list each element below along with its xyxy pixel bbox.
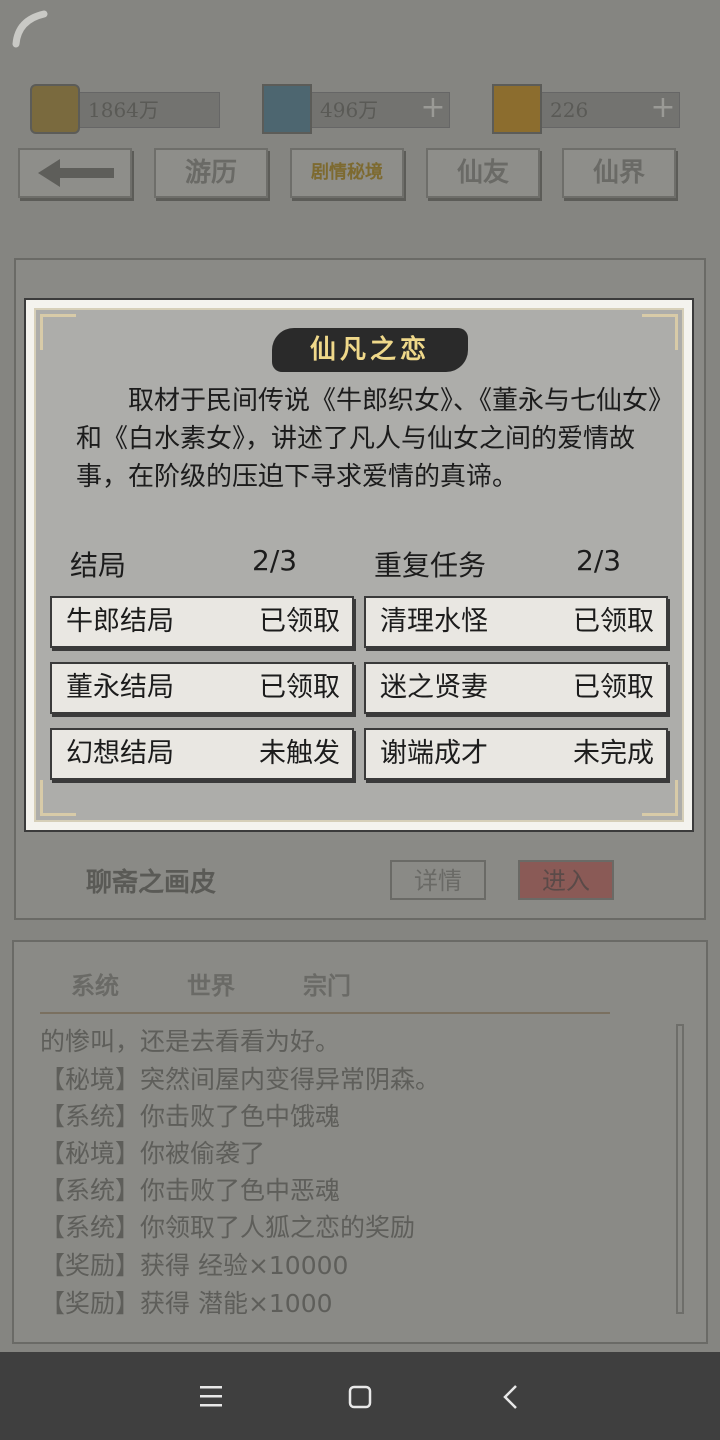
tab-friends[interactable]: 仙友 <box>426 148 540 198</box>
task-status: 已领取 <box>573 606 654 637</box>
menu-icon[interactable] <box>198 1384 224 1408</box>
task-item[interactable]: 迷之贤妻 已领取 <box>364 662 668 714</box>
resource-coin: 1864万 <box>30 84 220 136</box>
corner-ornament-icon <box>40 780 76 816</box>
chat-line: 【系统】你领取了人狐之恋的奖励 <box>40 1213 416 1242</box>
corner-ornament-icon <box>642 780 678 816</box>
details-button[interactable]: 详情 <box>390 860 486 900</box>
tab-story-realm[interactable]: 剧情秘境 <box>290 148 404 198</box>
coin-icon <box>30 84 80 134</box>
chat-line: 【秘境】突然间屋内变得异常阴森。 <box>40 1065 441 1094</box>
ending-name: 董永结局 <box>66 672 174 703</box>
ending-status: 已领取 <box>259 606 340 637</box>
task-name: 迷之贤妻 <box>380 672 488 703</box>
chat-tab-sect[interactable]: 宗门 <box>272 966 382 1006</box>
back-button[interactable] <box>18 148 132 198</box>
tab-travel[interactable]: 游历 <box>154 148 268 198</box>
chat-line: 【系统】你击败了色中恶魂 <box>40 1176 341 1205</box>
modal-description: 取材于民间传说《牛郎织女》、《董永与七仙女》和《白水素女》，讲述了凡人与仙女之间… <box>76 386 662 492</box>
ending-item[interactable]: 董永结局 已领取 <box>50 662 354 714</box>
system-navigation-bar <box>0 1352 720 1440</box>
chat-tab-system[interactable]: 系统 <box>40 966 150 1006</box>
repeat-tasks-label: 重复任务 <box>374 549 487 582</box>
scroll-value: 226 <box>550 98 589 122</box>
back-icon[interactable] <box>500 1383 522 1411</box>
ending-item[interactable]: 幻想结局 未触发 <box>50 728 354 780</box>
ending-name: 牛郎结局 <box>66 606 174 637</box>
ending-status: 未触发 <box>259 738 340 769</box>
coin-value: 1864万 <box>88 98 159 122</box>
sword-icon <box>262 84 312 134</box>
corner-ornament-icon <box>40 314 76 350</box>
scroll-icon <box>492 84 542 134</box>
ending-status: 已领取 <box>259 672 340 703</box>
task-name: 清理水怪 <box>380 606 488 637</box>
task-name: 谢端成才 <box>380 738 488 769</box>
corner-ornament-icon <box>642 314 678 350</box>
chat-line: 【系统】你击败了色中饿魂 <box>40 1102 341 1131</box>
chat-line: 的惨叫，还是去看看为好。 <box>40 1027 341 1056</box>
enter-button[interactable]: 进入 <box>518 860 614 900</box>
ending-item[interactable]: 牛郎结局 已领取 <box>50 596 354 648</box>
home-icon[interactable] <box>347 1384 373 1410</box>
sword-value: 496万 <box>320 98 379 122</box>
tab-immortal-realm[interactable]: 仙界 <box>562 148 676 198</box>
loading-spinner-icon <box>12 10 48 48</box>
repeat-tasks-progress: 2/3 <box>576 544 622 577</box>
endings-label: 结局 <box>70 549 127 582</box>
endings-progress: 2/3 <box>252 544 298 577</box>
quest-info-modal: 仙凡之恋 取材于民间传说《牛郎织女》、《董永与七仙女》和《白水素女》，讲述了凡人… <box>24 298 694 832</box>
modal-title-banner: 仙凡之恋 <box>272 328 468 372</box>
quest-name: 聊斋之画皮 <box>86 868 217 898</box>
resource-scroll: 226 + <box>492 84 682 136</box>
add-scroll-button[interactable]: + <box>646 93 680 127</box>
task-item[interactable]: 谢端成才 未完成 <box>364 728 668 780</box>
task-status: 已领取 <box>573 672 654 703</box>
resource-sword: 496万 + <box>262 84 452 136</box>
modal-body: 仙凡之恋 取材于民间传说《牛郎织女》、《董永与七仙女》和《白水素女》，讲述了凡人… <box>34 308 684 822</box>
chat-line: 【秘境】你被偷袭了 <box>40 1139 266 1168</box>
task-item[interactable]: 清理水怪 已领取 <box>364 596 668 648</box>
chat-line: 【奖励】获得 潜能×1000 <box>40 1289 333 1318</box>
add-sword-button[interactable]: + <box>416 93 450 127</box>
chat-line: 【奖励】获得 经验×10000 <box>40 1251 349 1280</box>
chat-scrollbar[interactable] <box>676 1024 684 1314</box>
chat-tab-world[interactable]: 世界 <box>156 966 266 1006</box>
task-status: 未完成 <box>573 738 654 769</box>
modal-title: 仙凡之恋 <box>309 335 430 365</box>
ending-name: 幻想结局 <box>66 738 174 769</box>
arrow-left-icon <box>38 159 114 187</box>
chat-divider <box>40 1012 610 1014</box>
